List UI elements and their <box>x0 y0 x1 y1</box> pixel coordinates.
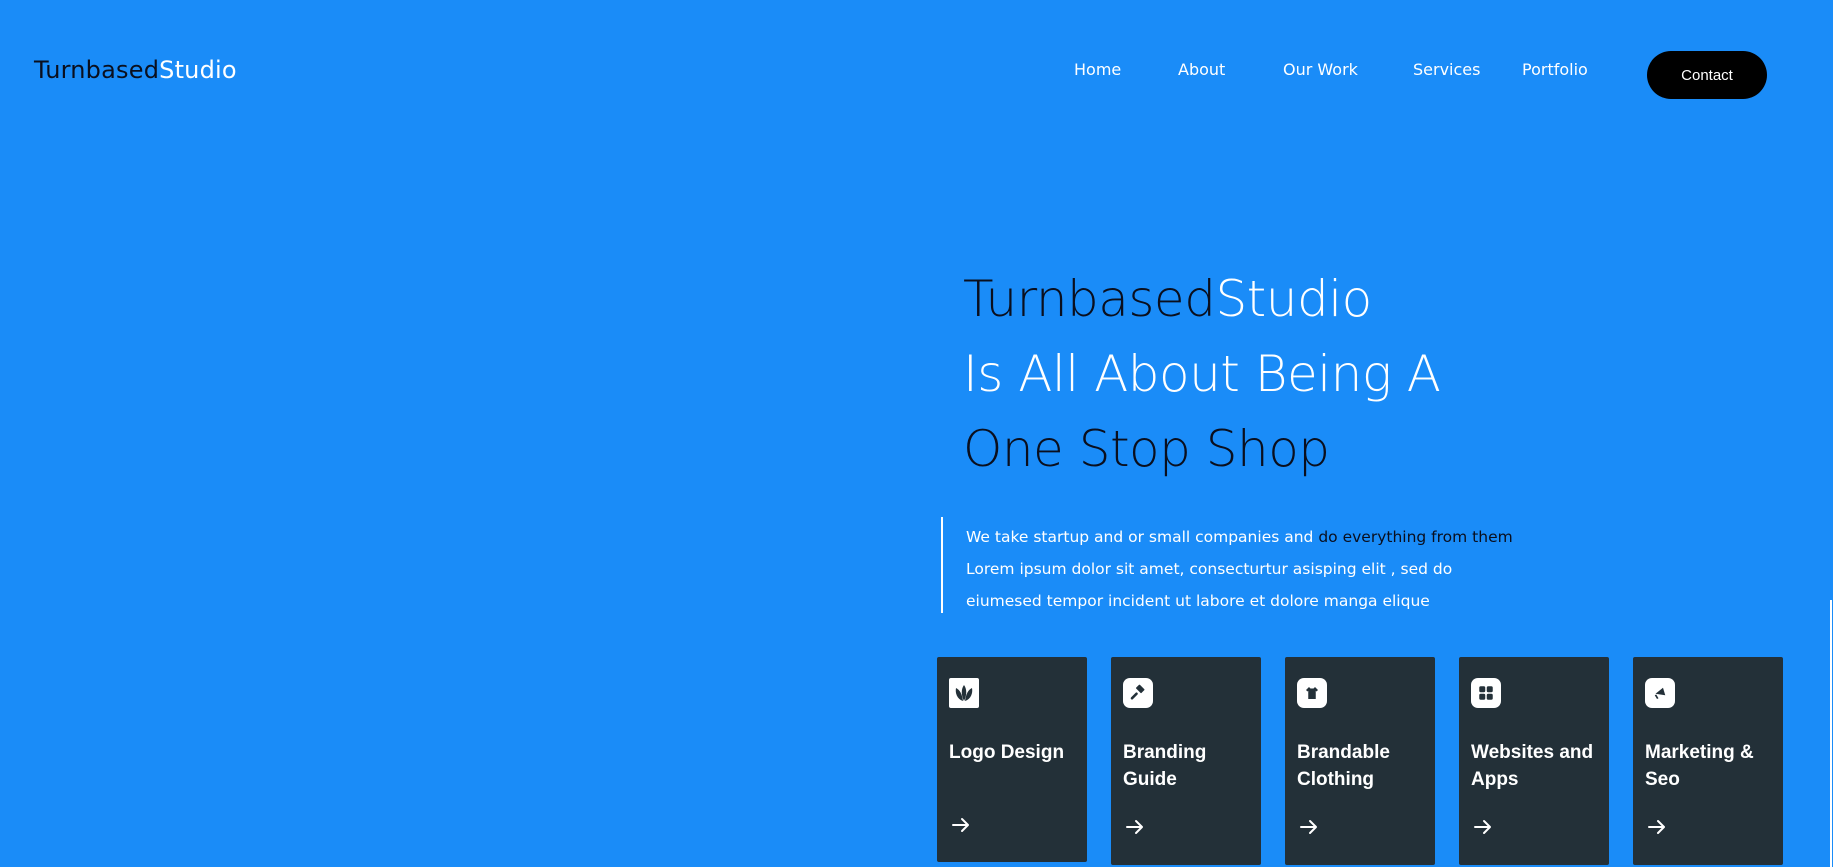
hero-description: We take startup and or small companies a… <box>941 517 1521 613</box>
contact-button[interactable]: Contact <box>1647 51 1767 99</box>
nav-our-work-link[interactable]: Our Work <box>1283 60 1358 79</box>
arrow-right-icon[interactable] <box>1123 815 1147 839</box>
service-card-websites-apps[interactable]: Websites and Apps <box>1459 657 1609 865</box>
service-card-title-line2: Clothing <box>1297 769 1375 790</box>
service-card-title-line2: Seo <box>1645 769 1680 790</box>
hero-description-line1: We take startup and or small companies a… <box>966 521 1521 553</box>
hero-description-line2: Lorem ipsum dolor sit amet, consecturtur… <box>966 560 1453 578</box>
service-card-title-line1: Marketing & <box>1645 742 1754 763</box>
service-card-logo-design[interactable]: Logo Design <box>937 657 1087 862</box>
arrow-right-icon[interactable] <box>949 813 973 837</box>
hero-description-line3: eiumesed tempor incident ut labore et do… <box>966 592 1430 610</box>
service-card-title: Brandable Clothing <box>1297 739 1427 793</box>
service-card-brandable-clothing[interactable]: Brandable Clothing <box>1285 657 1435 865</box>
arrow-right-icon[interactable] <box>1645 815 1669 839</box>
hero-description-line1-b: do everything from them <box>1318 528 1513 546</box>
brand-logo-part1: Turnbased <box>34 56 160 84</box>
hero-description-line1-a: We take startup and or small companies a… <box>966 528 1319 546</box>
nav-home-link[interactable]: Home <box>1074 60 1121 79</box>
brand-logo-part2: Studio <box>159 56 237 84</box>
hero-title-line3: One Stop Shop <box>963 420 1330 478</box>
nav-about-link[interactable]: About <box>1178 60 1225 79</box>
service-card-title: Branding Guide <box>1123 739 1253 793</box>
service-card-marketing-seo[interactable]: Marketing & Seo <box>1633 657 1783 865</box>
nav-portfolio-link[interactable]: Portfolio <box>1522 60 1588 79</box>
service-card-title-line1: Websites and <box>1471 742 1594 763</box>
arrow-right-icon[interactable] <box>1297 815 1321 839</box>
service-card-title-line1: Branding <box>1123 742 1207 763</box>
brand-logo[interactable]: TurnbasedStudio <box>34 56 237 84</box>
hero-title-line2: Is All About Being A <box>963 345 1441 403</box>
service-card-title-line2: Apps <box>1471 769 1519 790</box>
edge-divider <box>1830 600 1832 867</box>
service-card-title: Websites and Apps <box>1471 739 1601 793</box>
grid-icon <box>1471 678 1501 708</box>
nav-services-link[interactable]: Services <box>1413 60 1480 79</box>
service-card-title-line1: Logo Design <box>949 742 1065 763</box>
hero-title-part1: Turnbased <box>963 270 1216 328</box>
lotus-icon <box>949 678 979 708</box>
hero-title-line1: TurnbasedStudio <box>963 262 1440 337</box>
hero-title-part2: Studio <box>1215 270 1372 328</box>
service-card-branding-guide[interactable]: Branding Guide <box>1111 657 1261 865</box>
service-card-title: Logo Design <box>949 739 1079 766</box>
hammer-icon <box>1123 678 1153 708</box>
service-card-title: Marketing & Seo <box>1645 739 1775 793</box>
shirt-icon <box>1297 678 1327 708</box>
service-card-title-line1: Brandable <box>1297 742 1390 763</box>
hero-title: TurnbasedStudio Is All About Being A One… <box>963 262 1441 487</box>
arrow-right-icon[interactable] <box>1471 815 1495 839</box>
megaphone-icon <box>1645 678 1675 708</box>
service-card-title-line2: Guide <box>1123 769 1177 790</box>
